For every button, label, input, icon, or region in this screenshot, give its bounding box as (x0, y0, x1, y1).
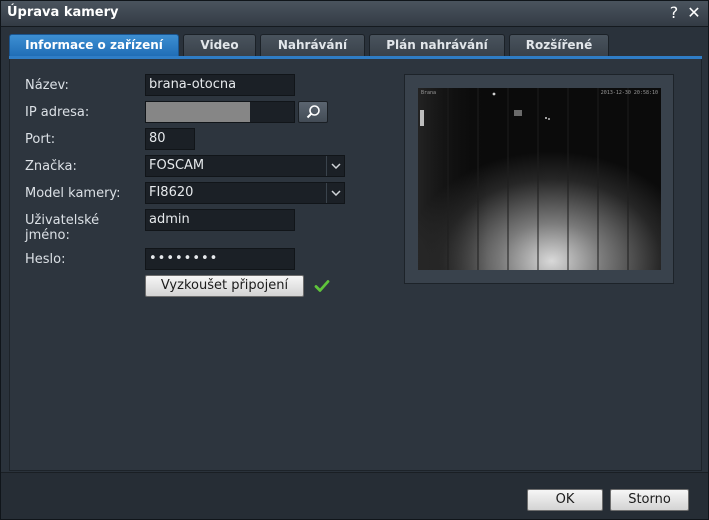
camera-name-overlay: Brana (421, 90, 437, 96)
port-input[interactable]: 80 (145, 128, 195, 150)
camera-snapshot-image (418, 88, 661, 270)
model-label: Model kamery: (25, 186, 121, 201)
test-connection-button[interactable]: Vyzkoušet připojení (145, 275, 304, 297)
tab-video[interactable]: Video (183, 34, 256, 57)
tab-recording-schedule[interactable]: Plán nahrávání (369, 34, 505, 57)
chevron-down-icon[interactable] (326, 183, 344, 203)
name-label: Název: (25, 78, 69, 93)
tab-advanced[interactable]: Rozšířené (509, 34, 609, 57)
chevron-down-icon[interactable] (326, 156, 344, 176)
brand-value: FOSCAM (149, 158, 205, 173)
ok-button[interactable]: OK (527, 489, 603, 511)
password-label: Heslo: (25, 252, 66, 267)
close-button[interactable]: ✕ (685, 4, 703, 22)
ip-input[interactable] (145, 101, 295, 123)
dialog-title: Úprava kamery (7, 5, 119, 20)
model-value: FI8620 (149, 185, 194, 200)
ip-label: IP adresa: (25, 105, 90, 120)
search-button[interactable] (298, 101, 328, 123)
username-input[interactable]: admin (145, 209, 295, 231)
brand-select[interactable]: FOSCAM (145, 155, 345, 177)
camera-preview: Brana 2013-12-30 20:58:10 (404, 74, 674, 284)
dialog-footer: OK Storno (1, 472, 708, 519)
username-label-line1: Uživatelské (25, 213, 100, 228)
titlebar: Úprava kamery ? ✕ (1, 1, 708, 27)
help-button[interactable]: ? (665, 4, 683, 22)
port-label: Port: (25, 132, 56, 147)
name-input[interactable]: brana-otocna (145, 74, 295, 96)
checkmark-icon (314, 280, 330, 292)
cancel-button[interactable]: Storno (610, 489, 689, 511)
brand-label: Značka: (25, 159, 77, 174)
password-input[interactable]: •••••••• (145, 248, 295, 270)
camera-timestamp-overlay: 2013-12-30 20:58:10 (600, 90, 658, 96)
model-select[interactable]: FI8620 (145, 182, 345, 204)
camera-snapshot: Brana 2013-12-30 20:58:10 (418, 88, 661, 270)
edit-camera-dialog: Úprava kamery ? ✕ Informace o zařízení V… (0, 0, 709, 520)
tab-recording[interactable]: Nahrávání (260, 34, 365, 57)
search-icon (306, 105, 320, 119)
device-info-panel: Název: brana-otocna IP adresa: Port: 80 … (9, 59, 702, 471)
ip-redaction (146, 102, 250, 122)
tab-device-info[interactable]: Informace o zařízení (9, 34, 179, 57)
username-label-line2: jméno: (25, 228, 70, 243)
